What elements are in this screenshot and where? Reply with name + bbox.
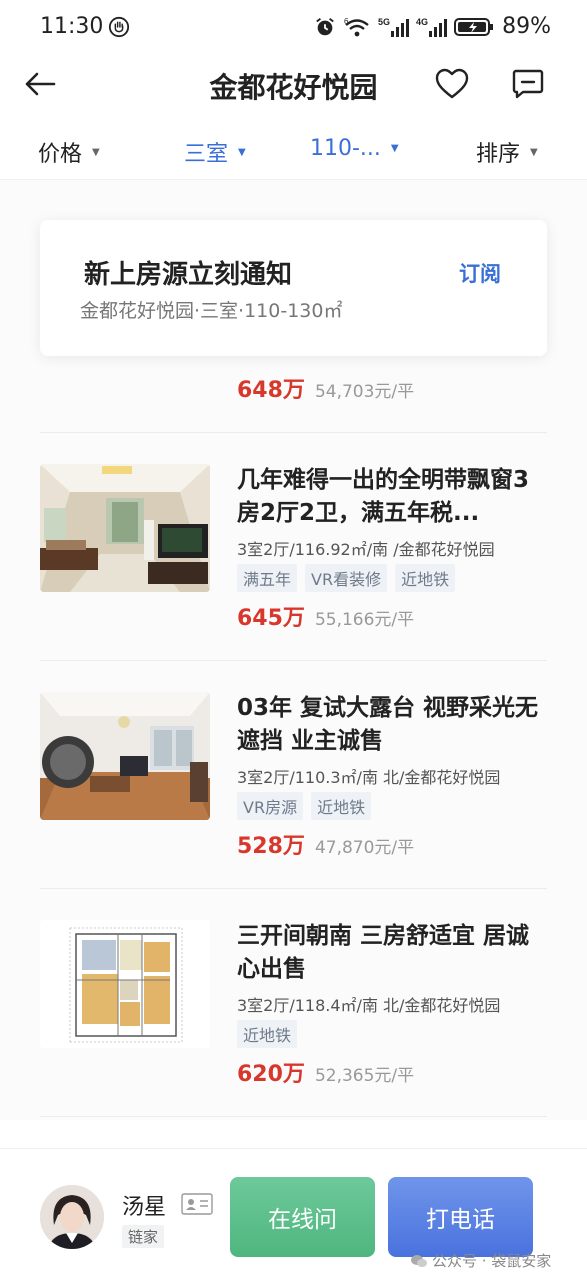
filter-sort-label: 排序 [476, 142, 521, 167]
listing-price-row: 620万 52,365元/平 [237, 1056, 414, 1088]
page-title: 金都花好悦园 [209, 71, 378, 104]
signal-4g-icon: 4G [416, 17, 448, 37]
divider [40, 888, 547, 889]
divider [40, 432, 547, 433]
listing-tags: VR房源 近地铁 [237, 792, 372, 820]
agent-name: 汤星 [122, 1195, 167, 1220]
agent-avatar[interactable] [40, 1185, 104, 1249]
wechat-icon [411, 1254, 427, 1267]
wifi-icon: 6 [344, 17, 369, 36]
subscribe-title: 新上房源立刻通知 [84, 260, 293, 290]
status-bar: 11:30 6 5G 4G 89% [0, 0, 587, 56]
listing-tags: 近地铁 [237, 1020, 298, 1048]
message-icon[interactable] [510, 66, 546, 102]
call-button[interactable]: 打电话 [388, 1177, 533, 1257]
listing-tag: 满五年 [237, 564, 298, 592]
listing-unit-price: 55,166元/平 [314, 610, 415, 630]
listing-title: 03年 复试大露台 视野采光无遮挡 业主诚售 [237, 695, 539, 754]
listing-title: 几年难得一出的全明带飘窗3房2厅2卫，满五年税... [237, 467, 530, 526]
listing-title: 三开间朝南 三房舒适宜 居诚心出售 [237, 923, 530, 982]
listing-tags: 满五年 VR看装修 近地铁 [237, 564, 456, 592]
filter-area-label: 110-... [310, 136, 381, 161]
nav-bar: 金都花好悦园 [0, 56, 587, 112]
listing-item[interactable]: 几年难得一出的全明带飘窗3房2厅2卫，满五年税... 3室2厅/116.92㎡/… [40, 464, 547, 654]
filter-sort[interactable]: 排序 ▼ [476, 136, 538, 168]
listing-floorplan [40, 920, 210, 1048]
battery-percentage: 89% [502, 14, 551, 39]
partial-listing-price-row[interactable]: 648万 54,703元/平 [237, 372, 414, 404]
heart-icon[interactable] [434, 66, 470, 102]
status-time: 11:30 [40, 14, 104, 39]
id-card-icon[interactable] [181, 1193, 213, 1215]
listing-price: 645万 [237, 606, 305, 631]
listing-meta: 3室2厅/118.4㎡/南 北/金都花好悦园 [237, 996, 501, 1015]
listing-price: 528万 [237, 834, 305, 859]
status-indicators: 6 5G 4G 89% [314, 14, 551, 39]
filter-price[interactable]: 价格 ▼ [38, 136, 100, 168]
signal-5g-icon: 5G [378, 17, 410, 37]
agent-company: 链家 [122, 1225, 165, 1248]
listing-meta: 3室2厅/110.3㎡/南 北/金都花好悦园 [237, 768, 501, 787]
chevron-down-icon: ▼ [238, 146, 246, 158]
listing-tag: VR看装修 [305, 564, 388, 592]
listing-photo [40, 464, 210, 592]
subscribe-card: 新上房源立刻通知 订阅 金都花好悦园·三室·110-130㎡ [40, 220, 547, 356]
listing-unit-price: 52,365元/平 [314, 1066, 415, 1086]
subscribe-description: 金都花好悦园·三室·110-130㎡ [80, 300, 343, 322]
network-label-5g: 5G [378, 17, 390, 27]
listing-item[interactable]: 03年 复试大露台 视野采光无遮挡 业主诚售 3室2厅/110.3㎡/南 北/金… [40, 692, 547, 882]
battery-icon [454, 17, 494, 36]
listing-unit-price: 54,703元/平 [314, 382, 415, 402]
divider [40, 1116, 547, 1117]
filter-price-label: 价格 [38, 142, 83, 167]
chat-online-button[interactable]: 在线问 [230, 1177, 375, 1257]
subscribe-button[interactable]: 订阅 [459, 258, 501, 288]
listing-tag: VR房源 [237, 792, 304, 820]
network-label-4g: 4G [416, 17, 428, 27]
chevron-down-icon: ▼ [390, 143, 399, 154]
svg-text:6: 6 [344, 17, 349, 26]
alarm-icon [316, 17, 334, 35]
listing-price-row: 528万 47,870元/平 [237, 828, 414, 860]
listing-meta: 3室2厅/116.92㎡/南 /金都花好悦园 [237, 540, 495, 559]
listing-price: 620万 [237, 1062, 305, 1087]
watermark: 公众号 · 袋鼠安家 [410, 1250, 551, 1271]
filter-area[interactable]: 110-... ▼ [310, 136, 399, 161]
divider [40, 660, 547, 661]
listing-item[interactable]: 三开间朝南 三房舒适宜 居诚心出售 3室2厅/118.4㎡/南 北/金都花好悦园… [40, 920, 547, 1110]
listing-tag: 近地铁 [311, 792, 372, 820]
filter-rooms[interactable]: 三室 ▼ [184, 136, 246, 168]
listing-tag: 近地铁 [237, 1020, 298, 1048]
listing-tag: 近地铁 [395, 564, 456, 592]
listing-unit-price: 47,870元/平 [314, 838, 415, 858]
filter-bar: 价格 ▼ 三室 ▼ 110-... ▼ 排序 ▼ [0, 120, 587, 180]
notification-hand-icon [108, 16, 130, 38]
listing-price-row: 645万 55,166元/平 [237, 600, 414, 632]
chevron-down-icon: ▼ [530, 146, 538, 158]
listing-price: 648万 [237, 378, 305, 403]
listing-photo [40, 692, 210, 820]
chevron-down-icon: ▼ [92, 146, 100, 158]
filter-rooms-label: 三室 [184, 142, 229, 167]
watermark-text: 公众号 · 袋鼠安家 [432, 1252, 552, 1270]
